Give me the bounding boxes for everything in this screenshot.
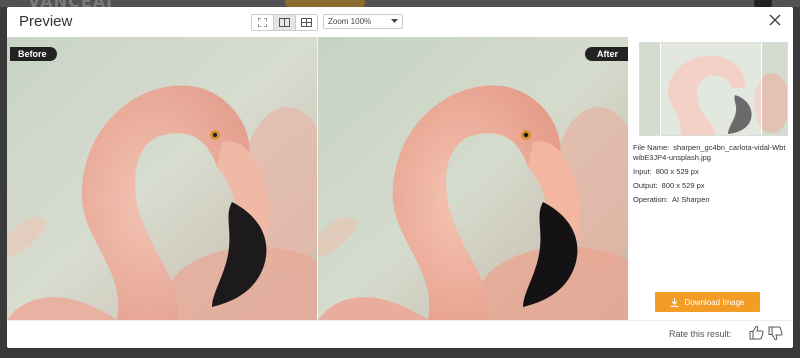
fullscreen-icon [258, 18, 267, 27]
input-label: Input: [633, 167, 652, 176]
chevron-down-icon [391, 19, 398, 23]
dialog-footer: Rate this result: [7, 320, 793, 348]
navigator-viewport[interactable] [660, 43, 762, 135]
side-by-side-icon [301, 18, 312, 27]
input-value: 800 x 529 px [655, 167, 699, 176]
operation-value: AI Sharpen [672, 195, 710, 204]
split-view-icon [279, 18, 290, 27]
view-mode-group [251, 14, 318, 31]
dialog-header: Preview Zoom 100% [7, 7, 793, 37]
close-icon[interactable] [767, 12, 783, 28]
thumbs-up-icon[interactable] [749, 325, 764, 340]
download-label: Download Image [684, 297, 745, 307]
download-icon [670, 297, 679, 307]
operation-label: Operation: [633, 195, 669, 204]
rate-label: Rate this result: [669, 329, 732, 339]
navigator-thumbnail[interactable] [639, 42, 788, 136]
file-info: File Name: sharpen_gc4bn_carlota-vidal-Wb… [633, 143, 789, 209]
operation-row: Operation: AI Sharpen [633, 195, 789, 205]
compare-viewer[interactable]: Before After [7, 37, 628, 320]
preview-dialog: Preview Zoom 100% Before After File Name… [7, 7, 793, 348]
backdrop-button [285, 0, 365, 7]
output-row: Output: 800 x 529 px [633, 181, 789, 191]
thumbs-down-icon[interactable] [768, 326, 783, 341]
fullscreen-view-button[interactable] [252, 15, 274, 30]
output-label: Output: [633, 181, 658, 190]
after-image-pane: After [318, 37, 628, 320]
after-label: After [584, 47, 628, 61]
side-by-side-view-button[interactable] [296, 15, 317, 30]
zoom-select[interactable]: Zoom 100% [323, 14, 403, 29]
split-view-button[interactable] [274, 15, 296, 30]
before-image [7, 37, 317, 320]
before-label: Before [10, 47, 57, 61]
after-image [318, 37, 628, 320]
file-name-row: File Name: sharpen_gc4bn_carlota-vidal-Wb… [633, 143, 789, 163]
info-panel: File Name: sharpen_gc4bn_carlota-vidal-Wb… [628, 37, 793, 320]
backdrop-footer [0, 348, 800, 358]
before-image-pane: Before [7, 37, 317, 320]
download-image-button[interactable]: Download Image [655, 292, 760, 312]
file-name-label: File Name: [633, 143, 670, 152]
zoom-value: Zoom 100% [328, 17, 372, 26]
input-row: Input: 800 x 529 px [633, 167, 789, 177]
dialog-title: Preview [19, 13, 73, 30]
output-value: 800 x 529 px [661, 181, 705, 190]
backdrop-header [0, 0, 800, 7]
